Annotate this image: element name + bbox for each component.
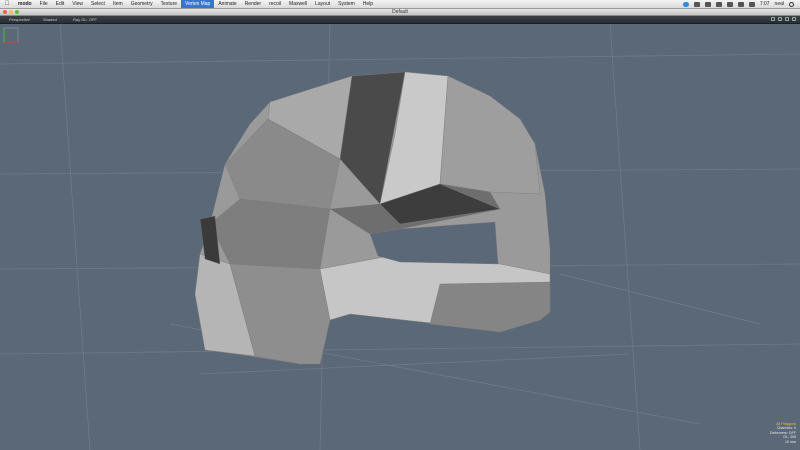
display-icon[interactable] [704,1,711,7]
wifi-icon[interactable] [726,1,733,7]
menu-system[interactable]: System [334,0,359,8]
menu-select[interactable]: Select [87,0,109,8]
twitter-icon[interactable] [682,1,689,7]
dropbox-icon[interactable] [693,1,700,7]
menu-view[interactable]: View [68,0,87,8]
bluetooth-icon[interactable] [715,1,722,7]
viewport-header: Perspective Shaded Ray GL: OFF [0,16,800,24]
grid-size-label: 10 mm [785,439,796,444]
menu-animate[interactable]: Animate [214,0,240,8]
menu-texture[interactable]: Texture [157,0,181,8]
axis-gizmo-icon [3,27,19,43]
menu-geometry[interactable]: Geometry [127,0,157,8]
zoom-view-icon[interactable] [785,17,789,21]
view-mode-dropdown[interactable]: Perspective [6,17,33,22]
menu-bar:  modo File Edit View Select Item Geomet… [0,0,800,9]
status-area: 7:07 neal [682,1,800,7]
menu-items: modo File Edit View Select Item Geometry… [14,0,377,8]
pan-view-icon[interactable] [778,17,782,21]
volume-icon[interactable] [737,1,744,7]
viewport-controls [771,17,796,21]
menu-app-name[interactable]: modo [14,0,36,8]
menu-file[interactable]: File [36,0,52,8]
viewport-info: All Polygons Channels: 0 Deformers: OFF … [770,422,796,444]
menu-maxwell[interactable]: Maxwell [285,0,311,8]
viewport-scene [0,24,800,450]
spotlight-search-icon[interactable] [789,1,794,7]
menu-vertex-map[interactable]: Vertex Map [181,0,215,8]
rotate-view-icon[interactable] [771,17,775,21]
menu-item[interactable]: Item [109,0,127,8]
battery-icon[interactable] [748,1,755,7]
ray-gl-toggle[interactable]: Ray GL: OFF [70,17,100,22]
window-titlebar: Default [0,9,800,16]
clock[interactable]: 7:07 [760,1,770,7]
3d-viewport[interactable]: All Polygons Channels: 0 Deformers: OFF … [0,24,800,450]
menu-help[interactable]: Help [359,0,377,8]
window-title: Default [392,9,408,15]
shading-dropdown[interactable]: Shaded [40,17,60,22]
menu-layout[interactable]: Layout [311,0,334,8]
user-name[interactable]: neal [775,1,784,7]
menu-recoil[interactable]: recoil [265,0,285,8]
menu-edit[interactable]: Edit [52,0,69,8]
helmet-mesh [194,71,551,365]
menu-render[interactable]: Render [241,0,265,8]
apple-icon[interactable]:  [0,1,14,7]
maximize-view-icon[interactable] [792,17,796,21]
